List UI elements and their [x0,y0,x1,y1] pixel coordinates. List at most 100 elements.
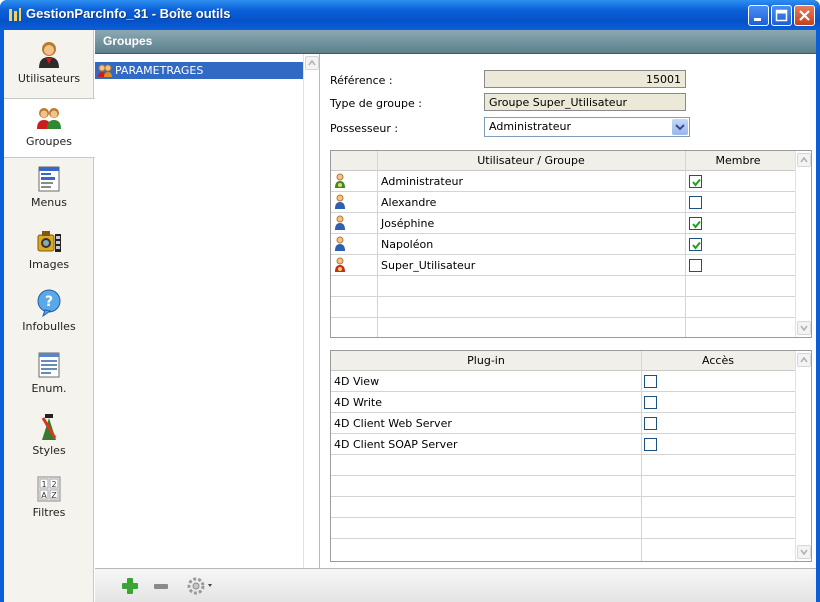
plugin-name: 4D Write [334,396,383,409]
table-row[interactable]: Administrateur [331,171,795,192]
list-item[interactable]: PARAMETRAGES [95,62,303,79]
owner-select[interactable]: Administrateur [484,117,690,137]
plugin-name: 4D Client SOAP Server [334,438,458,451]
maximize-icon [775,9,788,22]
owner-label: Possesseur : [330,122,399,135]
column-header-access[interactable]: Accès [641,354,795,367]
minimize-button[interactable] [748,5,769,26]
member-checkbox[interactable] [689,259,702,272]
access-checkbox[interactable] [644,375,657,388]
svg-text:?: ? [45,294,53,310]
table-row[interactable]: Super_Utilisateur [331,255,795,276]
user-name: Joséphine [381,217,435,230]
table-row[interactable]: 4D Client SOAP Server [331,434,795,455]
group-type-label: Type de groupe : [330,97,422,110]
table-row-empty [331,318,795,339]
title-bar[interactable]: GestionParcInfo_31 - Boîte outils [0,0,820,30]
table-row-empty [331,518,795,539]
table-row-empty [331,297,795,318]
nav-item-infobulles[interactable]: ? Infobulles [4,284,94,344]
members-table-header: Utilisateur / Groupe Membre [331,151,795,171]
group-list[interactable]: PARAMETRAGES [95,54,320,591]
remove-icon[interactable] [153,577,169,595]
add-icon[interactable] [121,577,139,595]
scroll-down-button[interactable] [797,321,811,335]
help-bubble-icon: ? [37,289,61,318]
group-icon [37,108,61,129]
dropdown-button[interactable] [672,119,688,135]
maximize-button[interactable] [771,5,792,26]
table-row[interactable]: Alexandre [331,192,795,213]
user-name: Napoléon [381,238,434,251]
scroll-up-button[interactable] [305,56,319,70]
nav-item-groupes[interactable]: Groupes [4,98,95,158]
table-row[interactable]: 4D View [331,371,795,392]
svg-text:2: 2 [51,480,56,489]
table-row[interactable]: Napoléon [331,234,795,255]
images-icon [37,231,61,252]
table-row[interactable]: Joséphine [331,213,795,234]
member-checkbox[interactable] [689,175,702,188]
nav-item-images[interactable]: Images [4,222,94,282]
svg-text:A: A [41,491,47,500]
nav-label: Infobulles [22,320,76,333]
column-header-plugin[interactable]: Plug-in [331,354,641,367]
table-row-empty [331,276,795,297]
plugin-name: 4D View [334,375,380,388]
nav-label: Images [28,258,70,271]
chevron-down-icon [800,325,808,332]
access-checkbox[interactable] [644,438,657,451]
table-row-empty [331,476,795,497]
user-icon [335,236,345,251]
user-icon [335,215,345,230]
user-name: Alexandre [381,196,437,209]
scroll-up-button[interactable] [797,353,811,367]
nav-item-utilisateurs[interactable]: Utilisateurs [4,36,94,96]
members-table-scrollbar[interactable] [795,151,811,337]
nav-label: Styles [32,444,66,457]
nav-item-styles[interactable]: Styles [4,408,94,468]
group-name: PARAMETRAGES [115,64,204,77]
window-client: Utilisateurs Groupes Menus Images ? Info… [4,30,816,602]
section-header: Groupes [95,30,816,54]
scroll-down-button[interactable] [797,545,811,559]
svg-text:Z: Z [51,491,57,500]
members-table[interactable]: Utilisateur / Groupe Membre Administrate… [330,150,812,338]
access-checkbox[interactable] [644,417,657,430]
reference-field: 15001 [484,70,686,88]
nav-item-enum[interactable]: Enum. [4,346,94,406]
close-icon [799,10,810,21]
nav-label: Utilisateurs [17,72,81,85]
column-header-member[interactable]: Membre [685,154,791,167]
access-checkbox[interactable] [644,396,657,409]
plugins-table-scrollbar[interactable] [795,351,811,561]
admin-user-icon [335,173,345,188]
table-row[interactable]: 4D Client Web Server [331,413,795,434]
column-header-user[interactable]: Utilisateur / Groupe [377,154,685,167]
user-name: Administrateur [381,175,463,188]
group-list-scrollbar[interactable] [303,54,319,591]
window-title: GestionParcInfo_31 - Boîte outils [26,6,231,21]
checkmark-icon [692,241,701,250]
nav-label: Filtres [32,506,66,519]
toolbox-nav: Utilisateurs Groupes Menus Images ? Info… [4,30,95,602]
plugins-table[interactable]: Plug-in Accès 4D View 4D Write 4D Client… [330,350,812,562]
scroll-up-button[interactable] [797,153,811,167]
gear-icon[interactable] [187,577,217,595]
minimize-icon [754,18,761,21]
user-icon [335,194,345,209]
nav-item-filtres[interactable]: 1 2 A Z Filtres [4,470,94,530]
close-button[interactable] [794,5,815,26]
super-user-icon [335,257,345,272]
user-icon [39,42,59,68]
app-window: GestionParcInfo_31 - Boîte outils Utilis… [0,0,820,602]
member-checkbox[interactable] [689,217,702,230]
nav-item-menus[interactable]: Menus [4,160,94,220]
table-row[interactable]: 4D Write [331,392,795,413]
member-checkbox[interactable] [689,196,702,209]
table-row-empty [331,455,795,476]
member-checkbox[interactable] [689,238,702,251]
nav-label: Enum. [31,382,67,395]
checkmark-icon [692,220,701,229]
plugin-name: 4D Client Web Server [334,417,452,430]
